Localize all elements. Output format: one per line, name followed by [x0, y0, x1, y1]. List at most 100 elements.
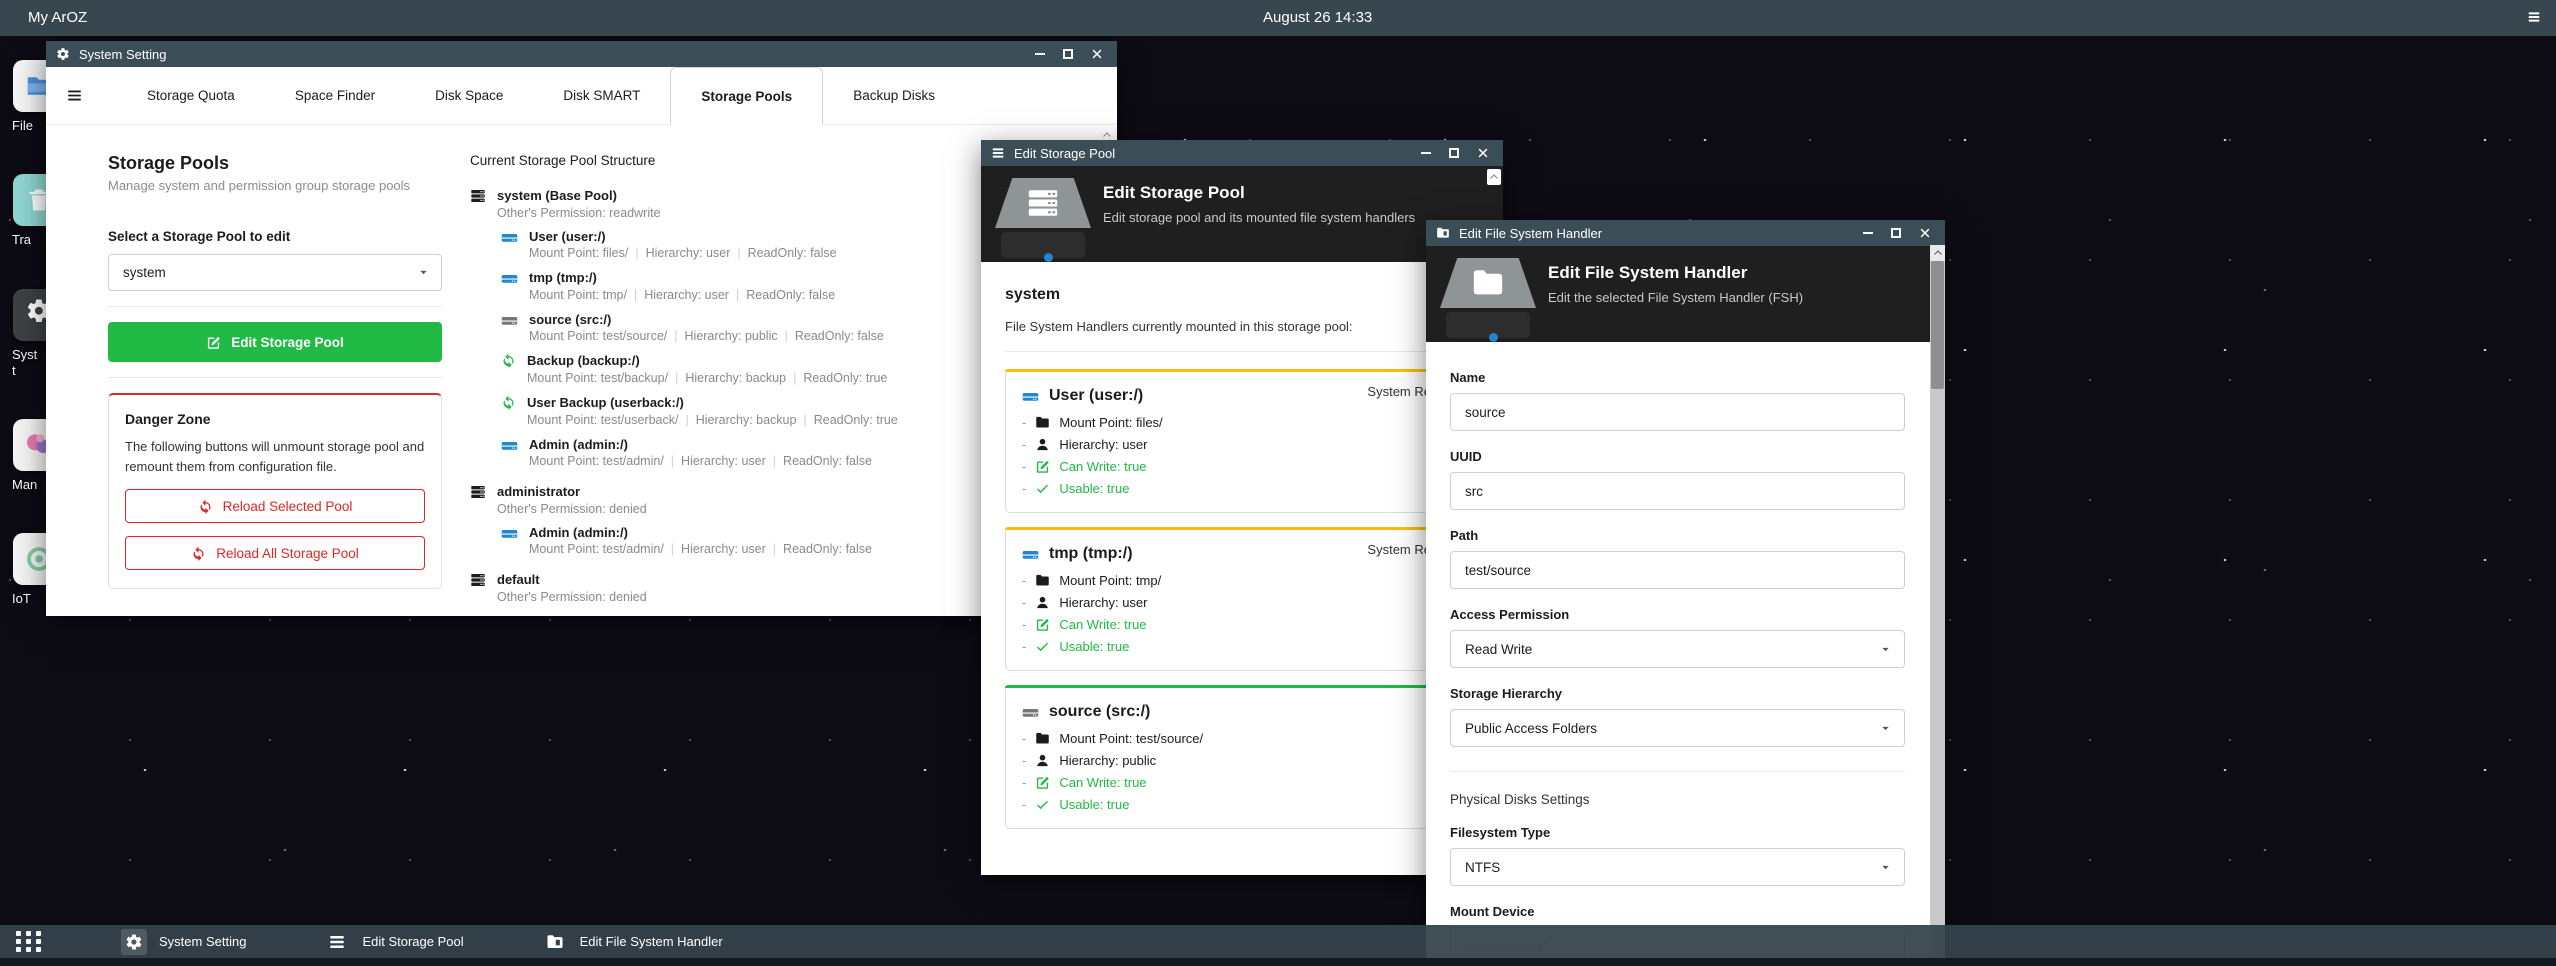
apps-grid-icon[interactable] [16, 931, 43, 952]
fsh-card-title: tmp (tmp:/) [1049, 545, 1133, 563]
path-field[interactable] [1450, 551, 1905, 589]
pool-name: administrator [497, 484, 647, 500]
taskbar-item-system-setting[interactable]: System Setting [121, 929, 246, 955]
storage-pools-panel: Storage Pools Manage system and permissi… [108, 153, 442, 589]
window-title: System Setting [79, 47, 1026, 62]
fsh-details: Mount Point: test/source/|Hierarchy: pub… [529, 329, 884, 343]
brand-label: My ArOZ [28, 9, 87, 26]
fsh-property-text: Mount Point: files/ [1059, 415, 1162, 430]
close-icon[interactable] [1919, 226, 1931, 240]
scroll-up-icon[interactable] [1487, 169, 1501, 185]
tab-storage-quota[interactable]: Storage Quota [117, 67, 265, 124]
fsh-property-text: Usable: true [1059, 639, 1129, 654]
edit-icon [1035, 775, 1050, 790]
drive-icon [1022, 388, 1039, 405]
page-subtitle: Manage system and permission group stora… [108, 178, 442, 193]
storage-hierarchy-value: Public Access Folders [1465, 721, 1597, 736]
close-icon[interactable] [1091, 47, 1103, 61]
edit-icon [206, 335, 221, 350]
top-menu-icon[interactable] [2526, 9, 2542, 25]
fsh-details: Mount Point: test/admin/|Hierarchy: user… [529, 454, 872, 468]
fsh-card-source-src: source (src:/)-Mount Point: test/source/… [1005, 685, 1485, 829]
fsh-property-row: -Mount Point: tmp/ [1022, 573, 1468, 588]
tab-disk-space[interactable]: Disk Space [405, 67, 533, 124]
fsh-intro-text: File System Handlers currently mounted i… [1005, 319, 1485, 334]
chevron-down-icon [418, 267, 429, 278]
scroll-up-icon[interactable] [1930, 245, 1945, 261]
fsh-property-row: -Usable: true [1022, 481, 1468, 496]
check-icon [1035, 639, 1050, 654]
fsh-property-row: -Can Write: true [1022, 775, 1468, 790]
divider [108, 306, 442, 307]
danger-zone-title: Danger Zone [125, 411, 425, 427]
maximize-icon[interactable] [1449, 146, 1459, 160]
check-icon [1035, 797, 1050, 812]
pool-name: system (Base Pool) [497, 188, 661, 204]
hamburger-icon[interactable] [66, 87, 83, 104]
edit-fsh-titlebar[interactable]: Edit File System Handler [1426, 220, 1945, 246]
close-icon[interactable] [1477, 146, 1489, 160]
fsh-property-row: -Mount Point: test/source/ [1022, 731, 1468, 746]
sync-icon [501, 353, 516, 368]
drive-icon [501, 229, 518, 246]
taskbar-item-edit-storage-pool[interactable]: Edit Storage Pool [324, 929, 463, 955]
field-label-uuid: UUID [1450, 449, 1905, 464]
pool-name: default [497, 572, 647, 588]
drive-icon [1022, 546, 1039, 563]
scrollbar[interactable] [1930, 245, 1945, 966]
fsh-property-row: -Can Write: true [1022, 617, 1468, 632]
system-setting-titlebar[interactable]: System Setting [46, 41, 1117, 67]
fsh-card-user-user: User (user:/)System Reserved-Mount Point… [1005, 369, 1485, 513]
access-permission-select[interactable]: Read Write [1450, 630, 1905, 668]
tab-space-finder[interactable]: Space Finder [265, 67, 405, 124]
fsh-details: Mount Point: files/|Hierarchy: user|Read… [529, 246, 837, 260]
minimize-icon[interactable] [1863, 226, 1873, 240]
list-icon [991, 146, 1005, 160]
folder-icon [1471, 266, 1505, 300]
folder-icon [1035, 573, 1050, 588]
storage-hierarchy-select[interactable]: Public Access Folders [1450, 709, 1905, 747]
edit-storage-pool-titlebar[interactable]: Edit Storage Pool [981, 140, 1503, 166]
filesystem-type-value: NTFS [1465, 860, 1500, 875]
folder-doc-icon [542, 929, 568, 955]
edit-storage-pool-button[interactable]: Edit Storage Pool [108, 322, 442, 362]
filesystem-type-select[interactable]: NTFS [1450, 848, 1905, 886]
maximize-icon[interactable] [1063, 47, 1073, 61]
edit-storage-pool-banner: Edit Storage Pool Edit storage pool and … [981, 166, 1503, 262]
server-icon [470, 188, 486, 204]
fsh-details: Mount Point: test/backup/|Hierarchy: bac… [527, 371, 887, 385]
refresh-icon [198, 499, 213, 514]
user-icon [1035, 595, 1050, 610]
edit-storage-pool-window: Edit Storage Pool Edit Storage Pool Edit… [981, 140, 1503, 875]
name-field[interactable] [1450, 393, 1905, 431]
minimize-icon[interactable] [1035, 47, 1045, 61]
access-permission-value: Read Write [1465, 642, 1532, 657]
fsh-name: Admin (admin:/) [529, 437, 872, 453]
reload-all-pool-button[interactable]: Reload All Storage Pool [125, 536, 425, 570]
fsh-card-tmp-tmp: tmp (tmp:/)System Reserved-Mount Point: … [1005, 527, 1485, 671]
pool-select[interactable]: system [108, 254, 442, 291]
fsh-property-row: -Hierarchy: user [1022, 437, 1468, 452]
tab-backup-disks[interactable]: Backup Disks [823, 67, 965, 124]
fsh-property-text: Usable: true [1059, 797, 1129, 812]
field-label-name: Name [1450, 370, 1905, 385]
pool-permission: Other's Permission: readwrite [497, 206, 661, 220]
taskbar-item-edit-file-system-handler[interactable]: Edit File System Handler [542, 929, 723, 955]
edit-storage-pool-label: Edit Storage Pool [231, 335, 344, 350]
uuid-field[interactable] [1450, 472, 1905, 510]
fsh-card-list: User (user:/)System Reserved-Mount Point… [1005, 369, 1485, 829]
reload-selected-pool-button[interactable]: Reload Selected Pool [125, 489, 425, 523]
taskbar-item-label: Edit File System Handler [580, 934, 723, 949]
list-icon [324, 929, 350, 955]
edit-fsh-window: Edit File System Handler Edit File Syste… [1426, 220, 1945, 966]
maximize-icon[interactable] [1891, 226, 1901, 240]
chevron-down-icon [1880, 644, 1891, 655]
edit-fsh-banner: Edit File System Handler Edit the select… [1426, 246, 1945, 342]
chevron-down-icon [1880, 723, 1891, 734]
tab-storage-pools[interactable]: Storage Pools [670, 67, 823, 125]
divider [1450, 771, 1905, 772]
minimize-icon[interactable] [1421, 146, 1431, 160]
tab-disk-smart[interactable]: Disk SMART [533, 67, 670, 124]
scrollbar-thumb[interactable] [1931, 261, 1944, 389]
top-bar: My ArOZ August 26 14:33 [0, 0, 2556, 36]
